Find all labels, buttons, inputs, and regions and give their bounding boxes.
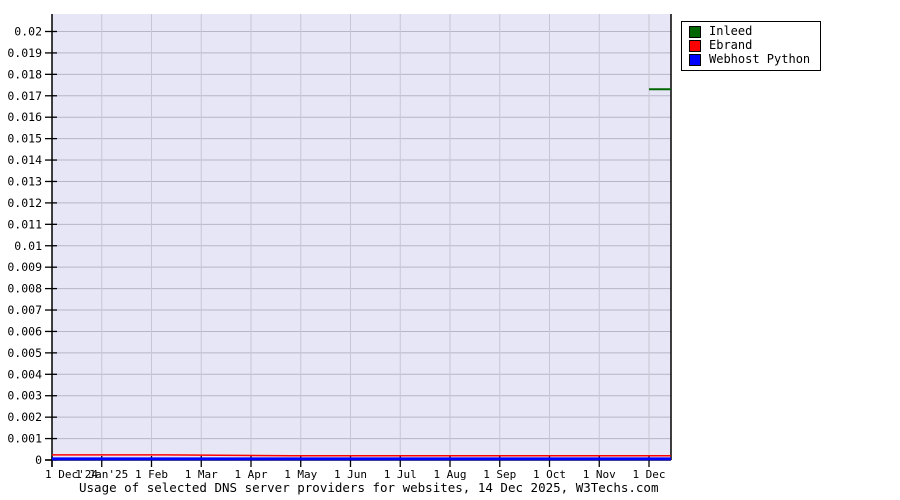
y-tick-label: 0.003 bbox=[7, 389, 42, 403]
legend-swatch-icon bbox=[689, 39, 701, 52]
dns-usage-chart: 0 0.001 0.002 0.003 0.004 0.005 0.006 0.007 0.00… bbox=[0, 0, 900, 500]
plot-area: 0 0.001 0.002 0.003 0.004 0.005 0.006 0.007 0.00… bbox=[7, 14, 672, 481]
plot-background bbox=[52, 14, 671, 460]
y-tick-label: 0.009 bbox=[7, 260, 42, 274]
legend-item: Ebrand bbox=[689, 39, 810, 52]
y-tick-label: 0.01 bbox=[14, 239, 42, 253]
legend: Inleed Ebrand Webhost Python bbox=[681, 21, 822, 71]
legend-swatch-icon bbox=[689, 25, 701, 38]
y-tick-label: 0.015 bbox=[7, 132, 42, 146]
y-tick-label: 0.008 bbox=[7, 282, 42, 296]
y-tick-label: 0.005 bbox=[7, 346, 42, 360]
chart-title: Usage of selected DNS server providers f… bbox=[79, 480, 659, 495]
y-tick-label: 0.019 bbox=[7, 46, 42, 60]
y-tick-label: 0.017 bbox=[7, 89, 42, 103]
y-tick-label: 0.001 bbox=[7, 432, 42, 446]
y-tick-label: 0.012 bbox=[7, 196, 42, 210]
legend-item: Inleed bbox=[689, 25, 810, 38]
y-tick-label: 0.006 bbox=[7, 324, 42, 338]
y-tick-label: 0.02 bbox=[14, 25, 42, 39]
y-tick-label: 0.016 bbox=[7, 110, 42, 124]
y-tick-label: 0.011 bbox=[7, 217, 42, 231]
y-tick-label: 0.002 bbox=[7, 410, 42, 424]
legend-item: Webhost Python bbox=[689, 53, 810, 66]
legend-swatch-icon bbox=[689, 53, 701, 66]
y-tick-label: 0.004 bbox=[7, 367, 42, 381]
series-line-ebrand bbox=[52, 454, 671, 457]
legend-label: Inleed bbox=[709, 24, 753, 38]
y-tick-label: 0.013 bbox=[7, 174, 42, 188]
legend-label: Webhost Python bbox=[709, 52, 811, 66]
y-tick-label: 0 bbox=[35, 453, 42, 467]
y-tick-label: 0.007 bbox=[7, 303, 42, 317]
legend-label: Ebrand bbox=[709, 38, 753, 52]
y-tick-label: 0.018 bbox=[7, 67, 42, 81]
y-tick-label: 0.014 bbox=[7, 153, 42, 167]
